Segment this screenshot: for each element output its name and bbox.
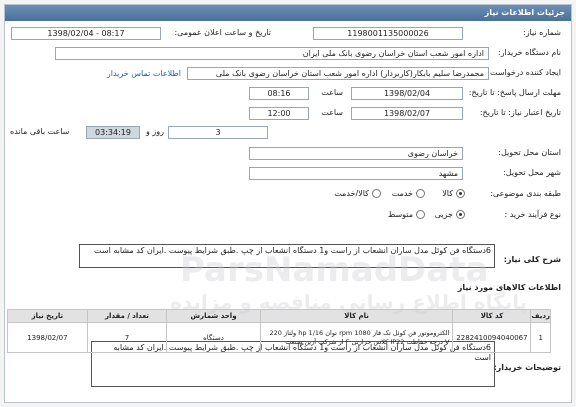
creator-field: محمدرضا سلیم بابکار(کاربردار) اداره امور…: [187, 67, 489, 80]
col-header-index: ردیف: [530, 309, 551, 323]
buyer-field: اداره امور شعب استان خراسان رضوی بانک مل…: [55, 47, 489, 60]
reply-deadline-label: مهلت ارسال پاسخ: تا تاریخ:: [468, 88, 561, 97]
cell-name: الکتروموتور فن کوئل تک فاز rpm 1080 توان…: [259, 322, 454, 353]
category-option-goods: کالا: [442, 189, 453, 198]
province-label: استان محل تحویل:: [498, 148, 561, 157]
cell-index: 1: [530, 322, 551, 353]
announce-date-label: تاریخ و ساعت اعلان عمومی:: [174, 28, 271, 37]
need-summary-label: شرح کلی نیاز:: [503, 255, 561, 264]
category-radio-goods-service[interactable]: [372, 189, 381, 198]
buyer-notes-label: توضیحات خریدار:: [493, 363, 561, 372]
reply-time-field: 08:16: [249, 87, 309, 100]
col-header-date: تاریخ نیاز: [7, 309, 88, 323]
process-option-medium: متوسط: [387, 210, 413, 219]
buyer-label: نام دستگاه خریدار:: [498, 48, 561, 57]
days-field: 3: [168, 126, 268, 139]
validity-date-field: 1398/02/07: [351, 107, 463, 120]
items-section-title: اطلاعات کالاهای مورد نیاز: [457, 283, 561, 292]
category-label: طبقه بندی موضوعی:: [490, 189, 561, 198]
category-option-service: خدمت: [391, 189, 413, 198]
col-header-name: نام کالا: [259, 309, 454, 323]
city-field: مشهد: [249, 167, 463, 180]
days-label: روز و: [146, 127, 164, 136]
reply-date-field: 1398/02/04: [351, 87, 463, 100]
col-header-qty: تعداد / مقدار: [86, 309, 168, 323]
category-radio-goods[interactable]: [456, 189, 465, 198]
category-option-goods-service: کالا/خدمت: [334, 189, 369, 198]
col-header-unit: واحد شمارش: [166, 309, 261, 323]
need-summary-text: 6دستگاه فن کوئل مدل ساران انشعاب از راست…: [79, 244, 495, 268]
buyer-contact-link[interactable]: اطلاعات تماس خریدار: [107, 69, 181, 78]
cell-qty: 7: [86, 322, 168, 353]
process-radio-minor[interactable]: [456, 210, 465, 219]
cell-unit: دستگاه: [166, 322, 261, 353]
need-number-label: شماره نیاز:: [523, 28, 561, 37]
need-number-field: 1198001135000026: [313, 27, 463, 40]
validity-time-label: ساعت: [321, 108, 343, 117]
cell-code: 2282410094040067: [452, 322, 532, 353]
remaining-label: ساعت باقی مانده: [10, 127, 70, 136]
process-label: نوع فرآیند خرید :: [504, 210, 561, 219]
reply-time-label: ساعت: [321, 88, 343, 97]
city-label: شهر محل تحویل:: [503, 168, 561, 177]
validity-time-field: 12:00: [249, 107, 309, 120]
table-row: 1 2282410094040067 الکتروموتور فن کوئل ت…: [7, 322, 551, 353]
items-table: ردیف کد کالا نام کالا واحد شمارش تعداد /…: [7, 309, 551, 353]
panel-title: جزئیات اطلاعات نیاز: [5, 5, 571, 21]
validity-label: تاریخ اعتبار نیاز: تا تاریخ:: [479, 108, 561, 117]
cell-date: 1398/02/07: [7, 322, 88, 353]
province-field: خراسان رضوی: [249, 147, 463, 160]
announce-datetime-field: 1398/02/04 - 08:17: [11, 27, 161, 40]
category-radio-service[interactable]: [416, 189, 425, 198]
col-header-code: کد کالا: [452, 309, 532, 323]
remaining-timer: 03:34:19: [86, 126, 140, 139]
creator-label: ایجاد کننده درخواست:: [487, 68, 561, 77]
process-radio-medium[interactable]: [416, 210, 425, 219]
process-option-minor: جزیی: [434, 210, 453, 219]
